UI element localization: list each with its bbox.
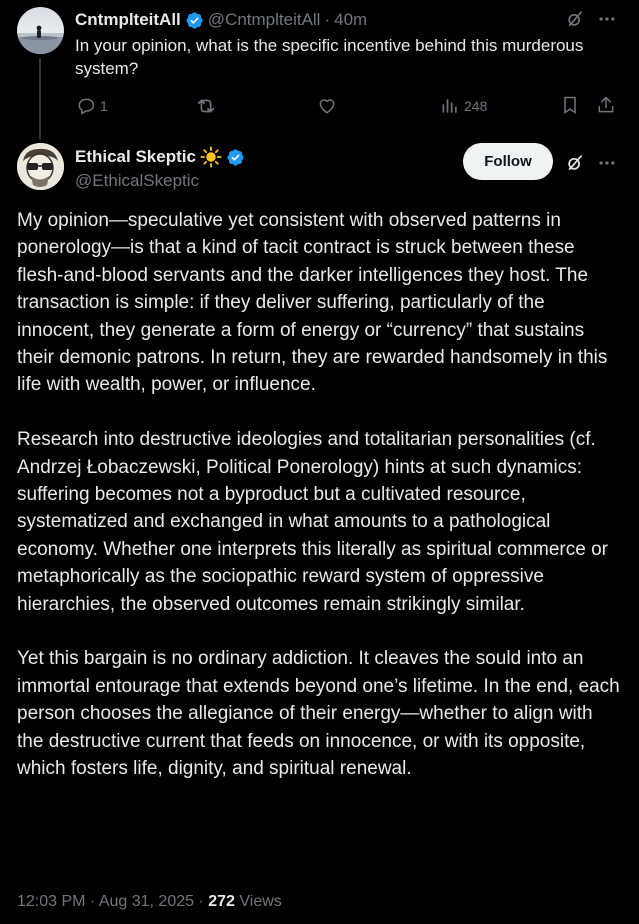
reply-header: CntmplteitAll @CntmplteitAll · 40m — [75, 8, 367, 32]
reply-time[interactable]: 40m — [334, 10, 367, 30]
reply-icon — [76, 96, 96, 116]
sun-emoji-icon — [200, 146, 222, 168]
post-views-label: Views — [234, 893, 282, 910]
verified-badge-icon — [226, 148, 245, 167]
avatar-image — [17, 25, 64, 54]
reply-author-handle[interactable]: @CntmplteitAll — [208, 10, 321, 30]
share-button[interactable] — [596, 95, 616, 115]
post-author-name[interactable]: Ethical Skeptic — [75, 147, 196, 167]
post-paragraph: Yet this bargain is no ordinary addictio… — [17, 648, 620, 780]
verified-badge-icon — [185, 11, 204, 30]
follow-button[interactable]: Follow — [463, 143, 553, 180]
bookmark-icon — [560, 95, 580, 115]
reply-count: 1 — [100, 98, 108, 114]
view-count: 248 — [464, 98, 488, 114]
retweet-icon — [195, 95, 217, 117]
like-icon — [317, 96, 337, 116]
post-paragraph: My opinion—speculative yet consistent wi… — [17, 210, 608, 396]
reply-author-name[interactable]: CntmplteitAll — [75, 10, 181, 30]
thread-connector — [39, 58, 41, 140]
avatar[interactable] — [17, 7, 64, 54]
reply-text: In your opinion, what is the specific in… — [75, 36, 584, 78]
retweet-button[interactable] — [195, 95, 217, 117]
more-icon[interactable] — [597, 9, 617, 29]
post-header: Ethical Skeptic — [75, 145, 249, 169]
reply-button[interactable]: 1 — [76, 96, 108, 116]
views-icon — [440, 96, 460, 116]
separator-dot: · — [324, 10, 331, 29]
post-view-count: 272 — [208, 893, 235, 910]
bookmark-button[interactable] — [560, 95, 580, 115]
share-icon — [596, 95, 616, 115]
grok-icon[interactable] — [565, 153, 585, 173]
grok-icon[interactable] — [565, 9, 585, 29]
avatar[interactable] — [17, 143, 64, 190]
avatar-image — [17, 143, 64, 190]
like-button[interactable] — [317, 96, 337, 116]
post-timestamp[interactable]: 12:03 PM · Aug 31, 2025 · — [17, 893, 208, 910]
post-paragraph: Research into destructive ideologies and… — [17, 429, 608, 615]
post-body: My opinion—speculative yet consistent wi… — [17, 207, 623, 783]
more-icon[interactable] — [597, 153, 617, 173]
views-button[interactable]: 248 — [440, 96, 487, 116]
post-author-handle[interactable]: @EthicalSkeptic — [75, 171, 199, 191]
post-handle-row: @EthicalSkeptic — [75, 170, 199, 192]
post-metadata: 12:03 PM · Aug 31, 2025 · 272 Views — [17, 893, 282, 911]
